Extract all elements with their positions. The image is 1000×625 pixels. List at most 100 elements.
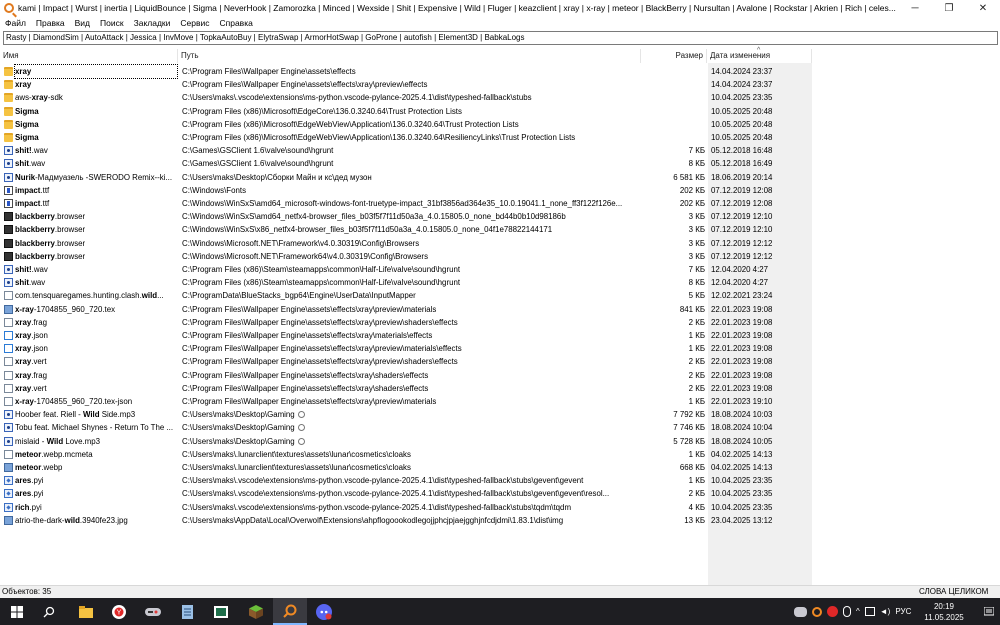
- image-icon: [4, 515, 13, 525]
- file-path-text: C:\Windows\Microsoft.NET\Framework\v4.0.…: [182, 238, 420, 248]
- menu-search[interactable]: Поиск: [95, 18, 129, 28]
- minimize-button[interactable]: ─: [898, 0, 932, 16]
- table-row[interactable]: blackberry.browser C:\Windows\WinSxS\x86_…: [0, 223, 1000, 236]
- tray-microphone-icon[interactable]: [843, 606, 851, 617]
- table-row[interactable]: shit!.wav C:\Games\GSClient 1.6\valve\sou…: [0, 144, 1000, 157]
- table-row[interactable]: meteor.webp C:\Users\maks\.lunarclient\te…: [0, 461, 1000, 474]
- table-row[interactable]: blackberry.browser C:\Windows\WinSxS\amd6…: [0, 210, 1000, 223]
- file-size: 4 КБ: [688, 502, 705, 512]
- file-size: 1 КБ: [688, 476, 705, 486]
- menu-tools[interactable]: Сервис: [175, 18, 214, 28]
- table-row[interactable]: Hoober feat. Riell - Wild Side.mp3 C:\Use…: [0, 408, 1000, 421]
- menu-bookmarks[interactable]: Закладки: [129, 18, 176, 28]
- table-row[interactable]: xray C:\Program Files\Wallpaper Engine\as…: [0, 78, 1000, 91]
- file-name-match: xray: [15, 67, 32, 76]
- volume-icon[interactable]: ◄): [880, 607, 891, 616]
- game-app-icon[interactable]: [136, 598, 170, 625]
- clock[interactable]: 20:19 11.05.2025: [913, 601, 975, 623]
- table-row[interactable]: Tobu feat. Michael Shynes - Return To Th…: [0, 421, 1000, 434]
- column-header-name[interactable]: Имя: [0, 49, 178, 63]
- file-name: com.tensquaregames.hunting.clash.wild...: [15, 289, 177, 302]
- table-row[interactable]: com.tensquaregames.hunting.clash.wild...…: [0, 289, 1000, 302]
- table-row[interactable]: Sigma C:\Program Files (x86)\Microsoft\Ed…: [0, 131, 1000, 144]
- table-row[interactable]: blackberry.browser C:\Windows\Microsoft.N…: [0, 237, 1000, 250]
- network-icon[interactable]: [864, 607, 875, 616]
- table-row[interactable]: Nurik-Мадмуазель -SWERODO Remix--ki... C:…: [0, 171, 1000, 184]
- table-row[interactable]: xray.vert C:\Program Files\Wallpaper Engi…: [0, 382, 1000, 395]
- file-name: blackberry.browser: [15, 223, 177, 236]
- table-row[interactable]: ares.pyi C:\Users\maks\.vscode\extensions…: [0, 487, 1000, 500]
- file-size: 3 КБ: [688, 251, 705, 261]
- table-row[interactable]: xray.frag C:\Program Files\Wallpaper Engi…: [0, 316, 1000, 329]
- file-size: 202 КБ: [679, 185, 705, 195]
- notepad-icon[interactable]: [170, 598, 204, 625]
- tray-yandex-icon[interactable]: [827, 606, 838, 617]
- table-row[interactable]: xray.frag C:\Program Files\Wallpaper Engi…: [0, 369, 1000, 382]
- table-row[interactable]: x-ray-1704855_960_720.tex C:\Program File…: [0, 303, 1000, 316]
- table-row[interactable]: ares.pyi C:\Users\maks\.vscode\extensions…: [0, 474, 1000, 487]
- file-path-text: C:\Users\maks\Desktop\Gaming: [182, 423, 295, 433]
- file-path: C:\Program Files\Wallpaper Engine\assets…: [182, 369, 642, 382]
- file-name-match: Sigma: [15, 119, 39, 129]
- file-name-match: wild: [64, 515, 80, 525]
- column-header-size[interactable]: Размер: [641, 49, 707, 63]
- file-path: C:\Program Files\Wallpaper Engine\assets…: [182, 78, 642, 91]
- file-name: shit.wav: [15, 276, 177, 289]
- menu-view[interactable]: Вид: [70, 18, 95, 28]
- tray-everything-icon[interactable]: [812, 606, 822, 617]
- file-path: C:\Program Files (x86)\Microsoft\EdgeWeb…: [182, 118, 642, 131]
- table-row[interactable]: shit.wav C:\Program Files (x86)\Steam\ste…: [0, 276, 1000, 289]
- file-name-suffix: .json: [31, 344, 48, 354]
- file-size: 1 КБ: [688, 397, 705, 406]
- folder-icon: [4, 80, 13, 90]
- file-path-text: C:\Program Files\Wallpaper Engine\assets…: [182, 383, 429, 393]
- file-explorer-icon[interactable]: [69, 598, 103, 625]
- media-app-icon[interactable]: [204, 598, 238, 625]
- file-name-prefix: atrio-the-dark-: [15, 515, 65, 525]
- maximize-button[interactable]: ❐: [932, 0, 966, 16]
- sort-ascending-icon: ^: [757, 47, 761, 54]
- windows-start-icon[interactable]: [0, 598, 34, 625]
- table-row[interactable]: meteor.webp.mcmeta C:\Users\maks\.lunarcl…: [0, 448, 1000, 461]
- table-row[interactable]: Sigma C:\Program Files (x86)\Microsoft\Ed…: [0, 118, 1000, 131]
- table-row[interactable]: blackberry.browser C:\Windows\Microsoft.N…: [0, 250, 1000, 263]
- menu-edit[interactable]: Правка: [31, 18, 70, 28]
- file-name-match: xray: [15, 80, 32, 90]
- json-icon: [4, 344, 13, 354]
- table-row[interactable]: xray.json C:\Program Files\Wallpaper Engi…: [0, 329, 1000, 342]
- table-row[interactable]: xray C:\Program Files\Wallpaper Engine\as…: [0, 63, 1000, 80]
- table-row[interactable]: xray.json C:\Program Files\Wallpaper Engi…: [0, 342, 1000, 355]
- language-indicator[interactable]: РУС: [895, 607, 911, 616]
- table-row[interactable]: impact.ttf C:\Windows\Fonts 202 КБ 07.12.20…: [0, 184, 1000, 197]
- file-icon: [4, 397, 13, 406]
- file-date: 22.01.2023 19:10: [711, 397, 773, 406]
- file-date: 23.04.2025 13:12: [711, 515, 773, 525]
- table-row[interactable]: atrio-the-dark-wild.3940fe23.jpg C:\Users…: [0, 514, 1000, 527]
- table-row[interactable]: xray.vert C:\Program Files\Wallpaper Engi…: [0, 355, 1000, 368]
- menu-file[interactable]: Файл: [0, 18, 31, 28]
- minecraft-icon[interactable]: [239, 598, 273, 625]
- yandex-browser-icon[interactable]: Y: [102, 598, 136, 625]
- audio-icon: [4, 146, 13, 156]
- chevron-up-icon[interactable]: ^: [856, 607, 860, 616]
- column-header-path[interactable]: Путь: [178, 49, 641, 63]
- table-row[interactable]: x-ray-1704855_960_720.tex-json C:\Program…: [0, 395, 1000, 408]
- notification-icon[interactable]: [978, 598, 1000, 625]
- table-row[interactable]: rich.pyi C:\Users\maks\.vscode\extensions…: [0, 501, 1000, 514]
- table-row[interactable]: shit!.wav C:\Program Files (x86)\Steam\st…: [0, 263, 1000, 276]
- file-size: 2 КБ: [688, 317, 705, 327]
- file-size: 7 746 КБ: [673, 423, 705, 433]
- discord-icon[interactable]: [307, 598, 341, 625]
- table-row[interactable]: mislaid - Wild Love.mp3 C:\Users\maks\Des…: [0, 435, 1000, 448]
- menu-help[interactable]: Справка: [214, 18, 257, 28]
- table-row[interactable]: Sigma C:\Program Files (x86)\Microsoft\Ed…: [0, 105, 1000, 118]
- close-button[interactable]: ✕: [966, 0, 1000, 16]
- table-row[interactable]: impact.ttf C:\Windows\WinSxS\amd64_micros…: [0, 197, 1000, 210]
- everything-taskbar-icon[interactable]: [273, 598, 307, 625]
- tray-game-icon[interactable]: [794, 606, 807, 617]
- file-name: shit.wav: [15, 157, 177, 170]
- table-row[interactable]: shit.wav C:\Games\GSClient 1.6\valve\soun…: [0, 157, 1000, 170]
- search-input[interactable]: Rasty | DiamondSim | AutoAttack | Jessic…: [3, 31, 998, 45]
- search-icon[interactable]: [32, 598, 66, 625]
- table-row[interactable]: aws-xray-sdk C:\Users\maks\.vscode\extens…: [0, 91, 1000, 104]
